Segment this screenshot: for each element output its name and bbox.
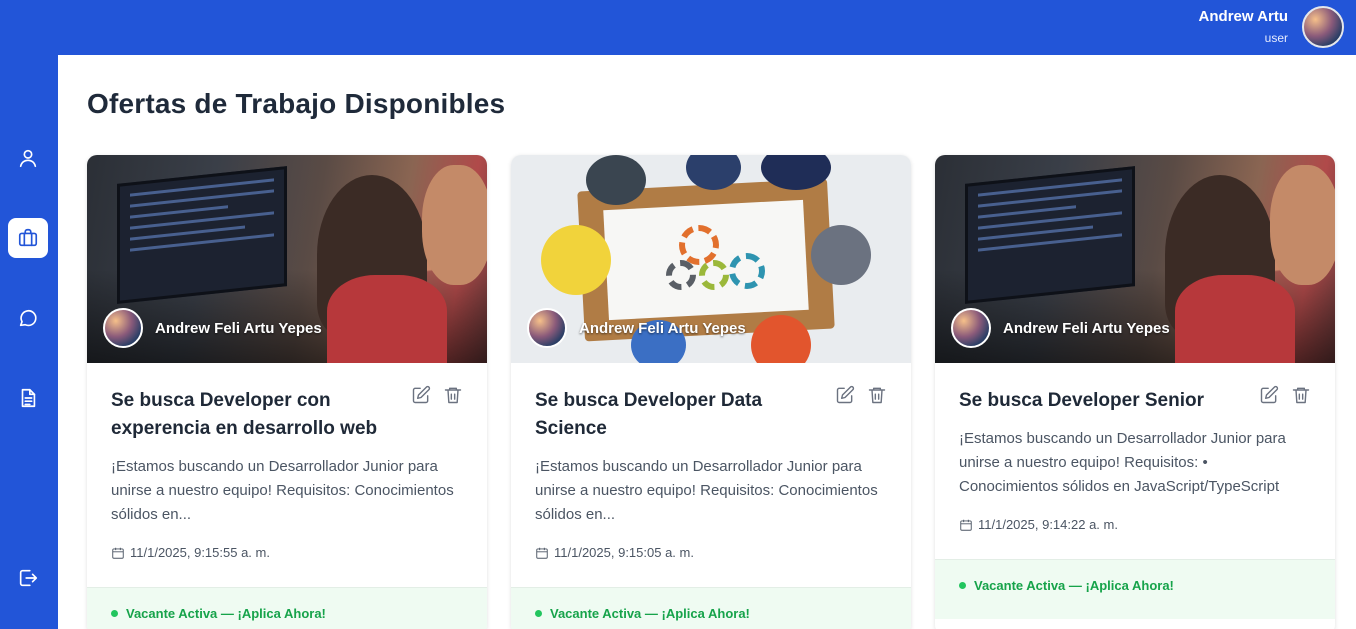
user-info[interactable]: Andrew Artu user	[1199, 8, 1288, 46]
user-name: Andrew Artu	[1198, 8, 1288, 25]
job-date-text: 11/1/2025, 9:15:05 a. m.	[554, 545, 694, 560]
sidebar-item-jobs[interactable]	[8, 218, 48, 258]
job-date: 11/1/2025, 9:15:05 a. m.	[535, 545, 694, 560]
job-author[interactable]: Andrew Feli Artu Yepes	[103, 308, 322, 348]
logout-button[interactable]	[8, 558, 48, 598]
sidebar-item-profile[interactable]	[8, 138, 48, 178]
user-icon	[19, 149, 37, 168]
page-title: Ofertas de Trabajo Disponibles	[87, 88, 506, 119]
chat-icon	[19, 309, 37, 327]
author-avatar	[527, 308, 567, 348]
job-author[interactable]: Andrew Feli Artu Yepes	[951, 308, 1170, 348]
trash-icon[interactable]	[867, 385, 887, 405]
job-date-text: 11/1/2025, 9:15:55 a. m.	[130, 545, 270, 560]
job-date: 11/1/2025, 9:14:22 a. m.	[959, 517, 1118, 532]
job-description: ¡Estamos buscando un Desarrollador Junio…	[959, 430, 1286, 495]
trash-icon[interactable]	[1291, 385, 1311, 405]
edit-icon[interactable]	[1259, 385, 1279, 405]
job-title: Se busca Developer Data Science	[535, 390, 763, 439]
job-card[interactable]: Andrew Feli Artu Yepes Se busca Develope…	[511, 155, 911, 629]
job-status: Vacante Activa — ¡Aplica Ahora!	[126, 606, 326, 621]
sidebar	[0, 55, 58, 629]
job-author[interactable]: Andrew Feli Artu Yepes	[527, 308, 746, 348]
job-date: 11/1/2025, 9:15:55 a. m.	[111, 545, 270, 560]
status-dot	[959, 582, 966, 589]
author-name: Andrew Feli Artu Yepes	[155, 319, 322, 337]
briefcase-icon	[18, 228, 38, 247]
job-card[interactable]: Andrew Feli Artu Yepes Se busca Develope…	[935, 155, 1335, 629]
calendar-icon	[112, 547, 124, 559]
author-name: Andrew Feli Artu Yepes	[579, 319, 746, 337]
job-status-bar: Vacante Activa — ¡Aplica Ahora!	[935, 559, 1335, 619]
status-dot	[535, 610, 542, 617]
trash-icon[interactable]	[443, 385, 463, 405]
job-status-bar: Vacante Activa — ¡Aplica Ahora!	[87, 587, 487, 629]
sidebar-item-documents[interactable]	[8, 378, 48, 418]
logout-icon	[19, 569, 38, 587]
job-description: ¡Estamos buscando un Desarrollador Junio…	[535, 458, 878, 523]
job-title: Se busca Developer con experencia en des…	[111, 390, 378, 439]
job-status: Vacante Activa — ¡Aplica Ahora!	[974, 578, 1174, 593]
sidebar-item-messages[interactable]	[8, 298, 48, 338]
calendar-icon	[960, 519, 972, 531]
user-avatar[interactable]	[1302, 6, 1344, 48]
job-status-bar: Vacante Activa — ¡Aplica Ahora!	[511, 587, 911, 629]
edit-icon[interactable]	[835, 385, 855, 405]
job-title: Se busca Developer Senior	[959, 390, 1204, 411]
edit-icon[interactable]	[411, 385, 431, 405]
job-date-text: 11/1/2025, 9:14:22 a. m.	[978, 517, 1118, 532]
top-bar: Andrew Artu user	[0, 0, 1356, 55]
user-role: user	[1264, 31, 1288, 45]
job-card[interactable]: Andrew Feli Artu Yepes Se busca Develope…	[87, 155, 487, 629]
document-icon	[21, 388, 36, 408]
status-dot	[111, 610, 118, 617]
author-avatar	[951, 308, 991, 348]
job-description: ¡Estamos buscando un Desarrollador Junio…	[111, 458, 454, 523]
job-status: Vacante Activa — ¡Aplica Ahora!	[550, 606, 750, 621]
calendar-icon	[536, 547, 548, 559]
author-name: Andrew Feli Artu Yepes	[1003, 319, 1170, 337]
author-avatar	[103, 308, 143, 348]
